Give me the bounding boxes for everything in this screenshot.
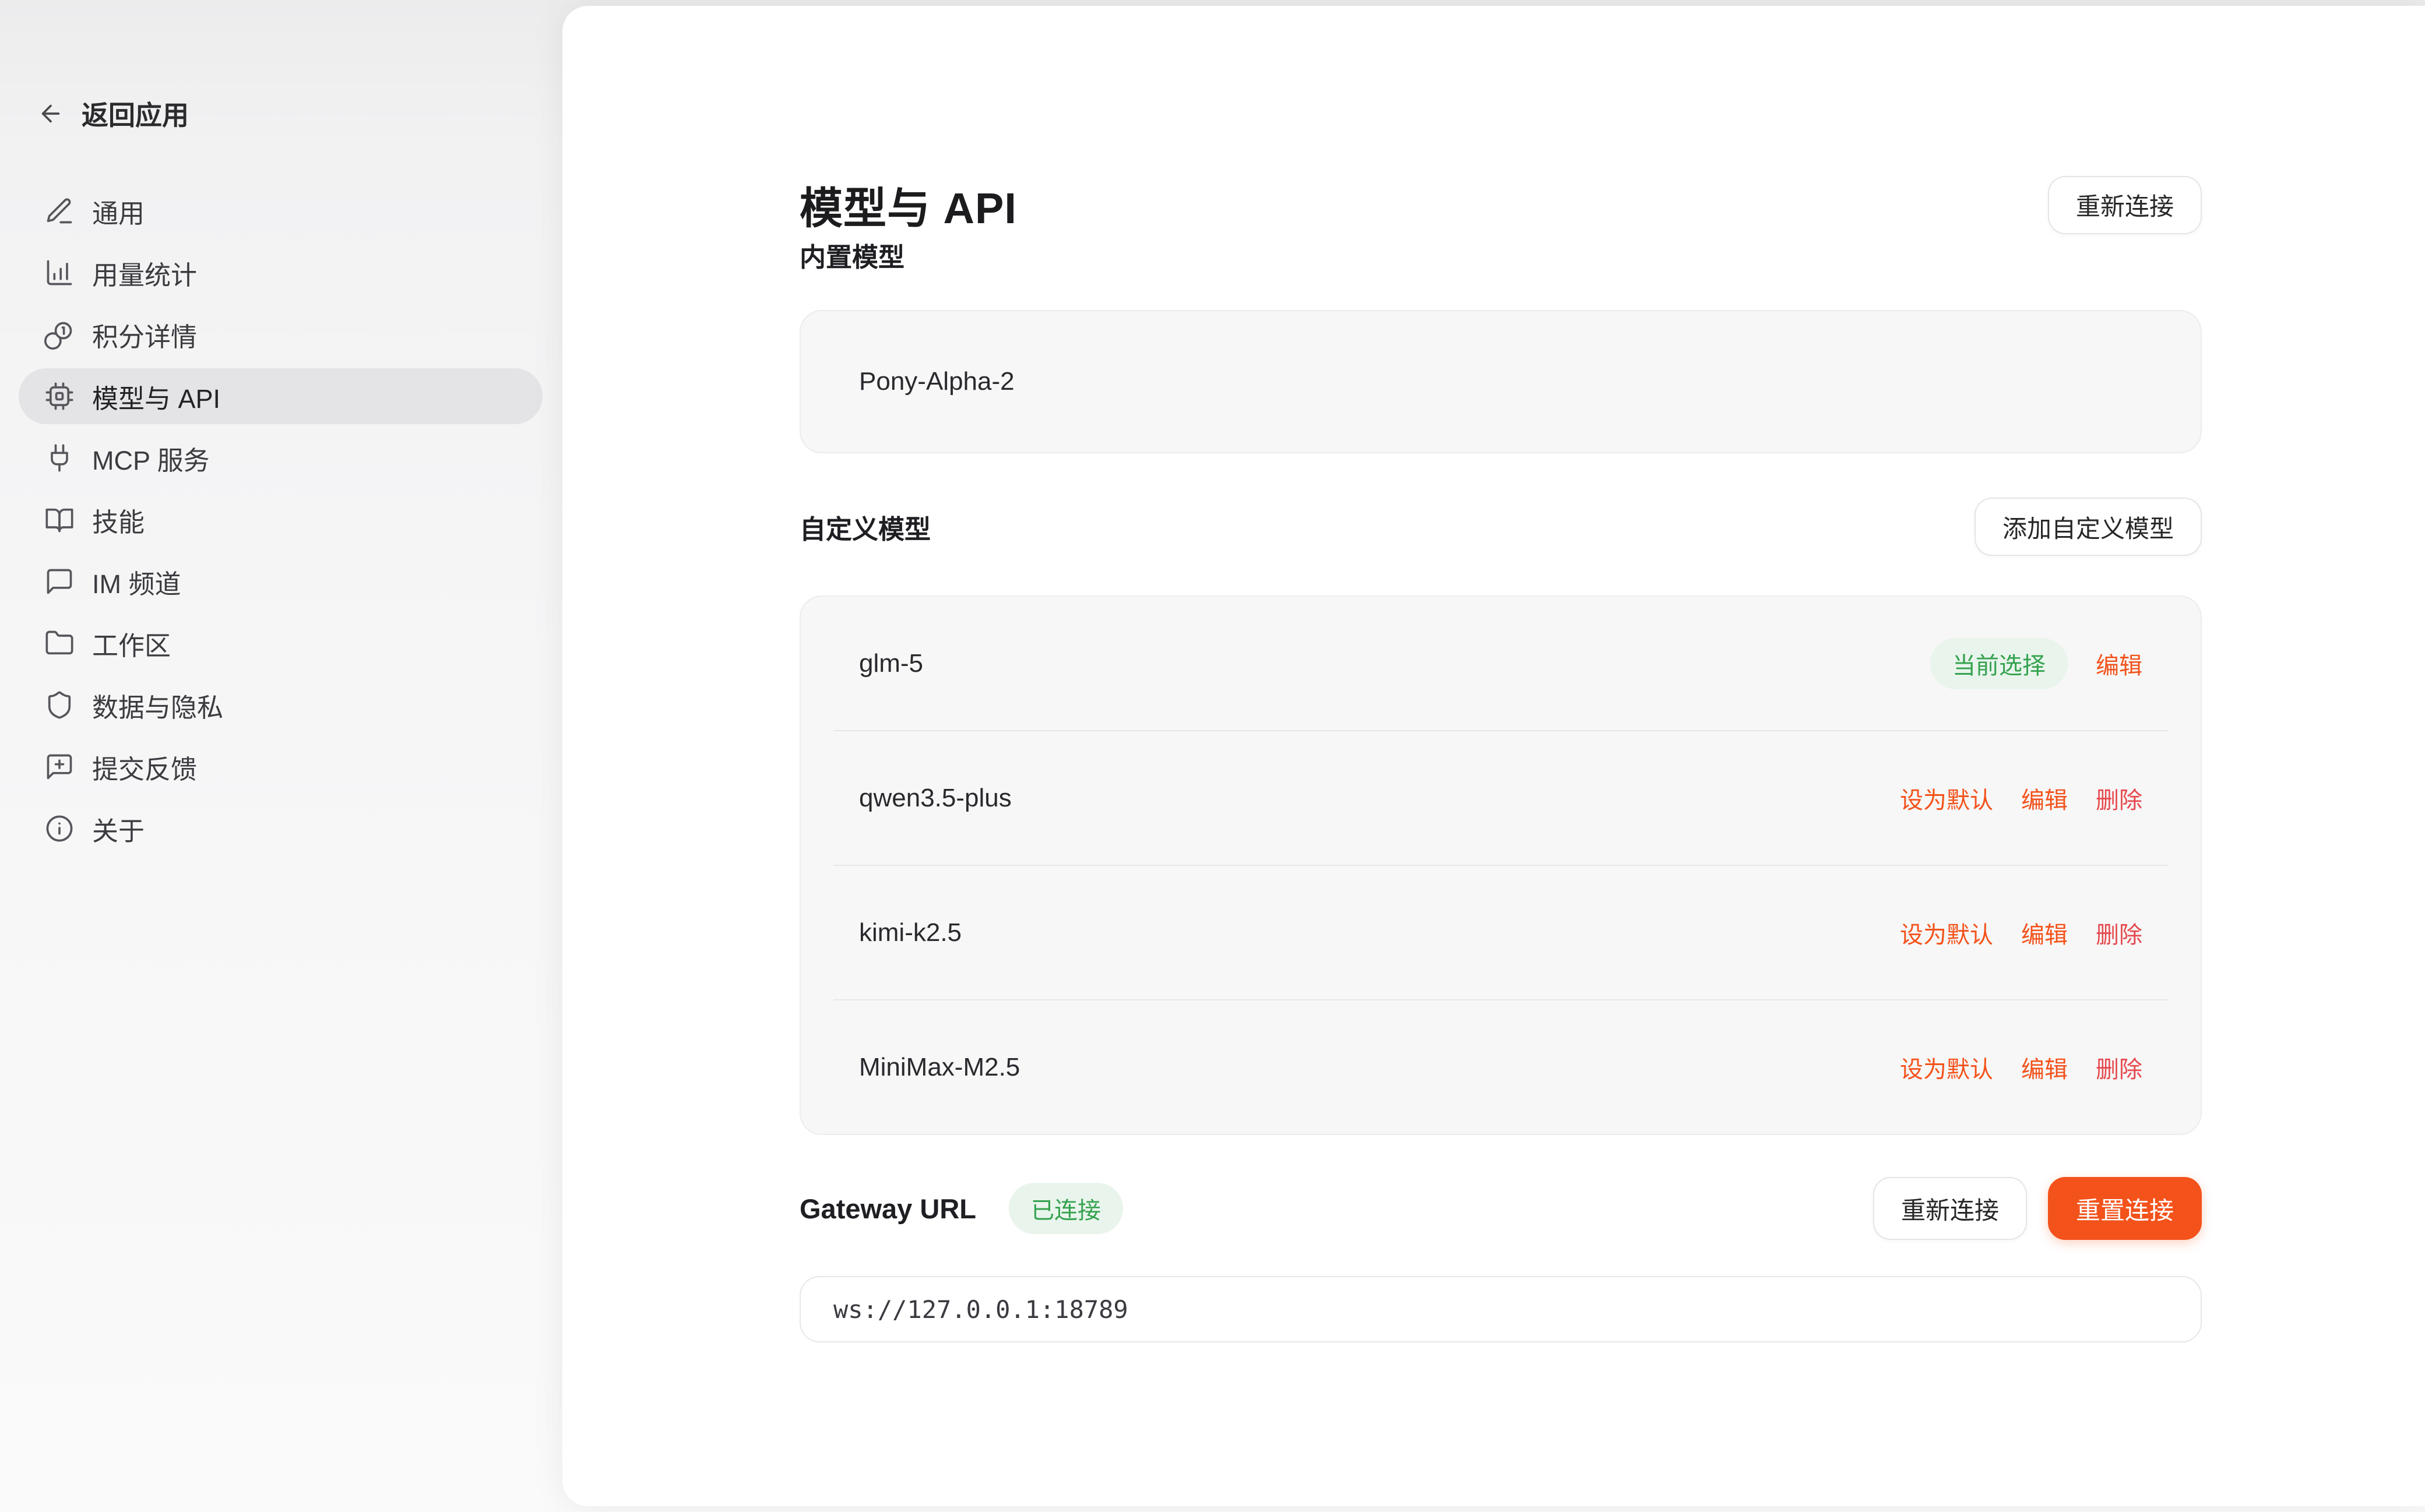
set-default-link[interactable]: 设为默认	[1900, 916, 1993, 950]
folder-icon	[44, 628, 75, 658]
model-row: MiniMax-M2.5 设为默认编辑删除	[801, 1000, 2201, 1134]
reset-connection-button[interactable]: 重置连接	[2048, 1177, 2202, 1240]
coins-icon	[44, 319, 75, 350]
add-custom-model-button[interactable]: 添加自定义模型	[1975, 498, 2202, 556]
model-name: Pony-Alpha-2	[859, 367, 1015, 396]
builtin-models-heading: 内置模型	[800, 236, 2202, 274]
sidebar-item-im-channels[interactable]: IM 频道	[19, 554, 543, 609]
model-row: kimi-k2.5 设为默认编辑删除	[801, 866, 2201, 999]
page-title: 模型与 API	[800, 174, 1017, 236]
sidebar-item-label: 提交反馈	[92, 748, 197, 786]
builtin-models-card: Pony-Alpha-2	[800, 310, 2202, 453]
feedback-icon	[44, 752, 75, 782]
sidebar-item-label: 用量统计	[92, 254, 197, 292]
model-name: qwen3.5-plus	[859, 784, 1012, 813]
sidebar-item-usage-stats[interactable]: 用量统计	[19, 245, 543, 301]
edit-link[interactable]: 编辑	[2021, 1051, 2068, 1084]
model-actions: 当前选择编辑	[1930, 638, 2142, 689]
sidebar-item-data-privacy[interactable]: 数据与隐私	[19, 677, 543, 733]
book-open-icon	[44, 505, 75, 535]
sidebar-item-label: 技能	[92, 501, 145, 539]
gateway-url-label: Gateway URL	[800, 1193, 976, 1225]
main-panel: 模型与 API 重新连接 内置模型 Pony-Alpha-2 自定义模型 添加自…	[562, 6, 2425, 1506]
reconnect-button[interactable]: 重新连接	[1873, 1177, 2027, 1240]
builtin-model-row: Pony-Alpha-2	[801, 311, 2201, 452]
connection-status-badge: 已连接	[1009, 1183, 1123, 1234]
arrow-left-icon	[37, 100, 64, 127]
bar-chart-icon	[44, 258, 75, 288]
set-default-link[interactable]: 设为默认	[1900, 1051, 1993, 1084]
chip-icon	[44, 381, 75, 411]
set-default-link[interactable]: 设为默认	[1900, 781, 1993, 815]
sidebar-item-workspace[interactable]: 工作区	[19, 615, 543, 671]
sidebar-item-label: MCP 服务	[92, 439, 210, 477]
sidebar: 返回应用 通用用量统计积分详情模型与 API MCP 服务技能 IM 频道工作区数据…	[0, 0, 562, 1512]
model-actions: 设为默认编辑删除	[1900, 916, 2142, 950]
model-name: kimi-k2.5	[859, 918, 962, 947]
sidebar-item-about[interactable]: 关于	[19, 801, 543, 857]
sidebar-item-credits[interactable]: 积分详情	[19, 306, 543, 362]
sidebar-item-mcp-services[interactable]: MCP 服务	[19, 430, 543, 486]
model-row: glm-5 当前选择编辑	[801, 597, 2201, 730]
sidebar-menu: 通用用量统计积分详情模型与 API MCP 服务技能 IM 频道工作区数据与隐私提交…	[0, 183, 562, 857]
sidebar-item-label: 通用	[92, 192, 145, 230]
pencil-icon	[44, 196, 75, 226]
current-selection-badge: 当前选择	[1930, 638, 2068, 689]
info-icon	[44, 813, 75, 844]
gateway-url-value: ws://127.0.0.1:18789	[833, 1295, 1128, 1324]
sidebar-item-models-api[interactable]: 模型与 API	[19, 368, 543, 424]
sidebar-item-label: 数据与隐私	[92, 686, 223, 724]
edit-link[interactable]: 编辑	[2096, 647, 2142, 681]
reconnect-button-top[interactable]: 重新连接	[2048, 176, 2202, 234]
custom-models-card: glm-5当前选择编辑qwen3.5-plus设为默认编辑删除kimi-k2.5…	[800, 595, 2202, 1135]
sidebar-item-skills[interactable]: 技能	[19, 492, 543, 548]
plug-icon	[44, 443, 75, 473]
sidebar-item-general[interactable]: 通用	[19, 183, 543, 239]
sidebar-item-label: 模型与 API	[92, 378, 220, 415]
custom-models-heading: 自定义模型	[800, 508, 931, 546]
model-name: MiniMax-M2.5	[859, 1053, 1020, 1082]
delete-link[interactable]: 删除	[2096, 916, 2142, 950]
back-label: 返回应用	[82, 94, 189, 133]
shield-icon	[44, 690, 75, 720]
model-row: qwen3.5-plus 设为默认编辑删除	[801, 731, 2201, 865]
edit-link[interactable]: 编辑	[2021, 781, 2068, 815]
model-name: glm-5	[859, 649, 923, 678]
model-actions: 设为默认编辑删除	[1900, 1051, 2142, 1084]
sidebar-item-label: IM 频道	[92, 563, 181, 601]
sidebar-item-feedback[interactable]: 提交反馈	[19, 739, 543, 795]
delete-link[interactable]: 删除	[2096, 1051, 2142, 1084]
sidebar-item-label: 关于	[92, 810, 145, 848]
model-actions: 设为默认编辑删除	[1900, 781, 2142, 815]
sidebar-item-label: 积分详情	[92, 316, 197, 354]
sidebar-item-label: 工作区	[92, 625, 171, 662]
back-button[interactable]: 返回应用	[37, 94, 562, 133]
delete-link[interactable]: 删除	[2096, 781, 2142, 815]
message-icon	[44, 566, 75, 597]
edit-link[interactable]: 编辑	[2021, 916, 2068, 950]
gateway-url-input[interactable]: ws://127.0.0.1:18789	[800, 1276, 2202, 1342]
